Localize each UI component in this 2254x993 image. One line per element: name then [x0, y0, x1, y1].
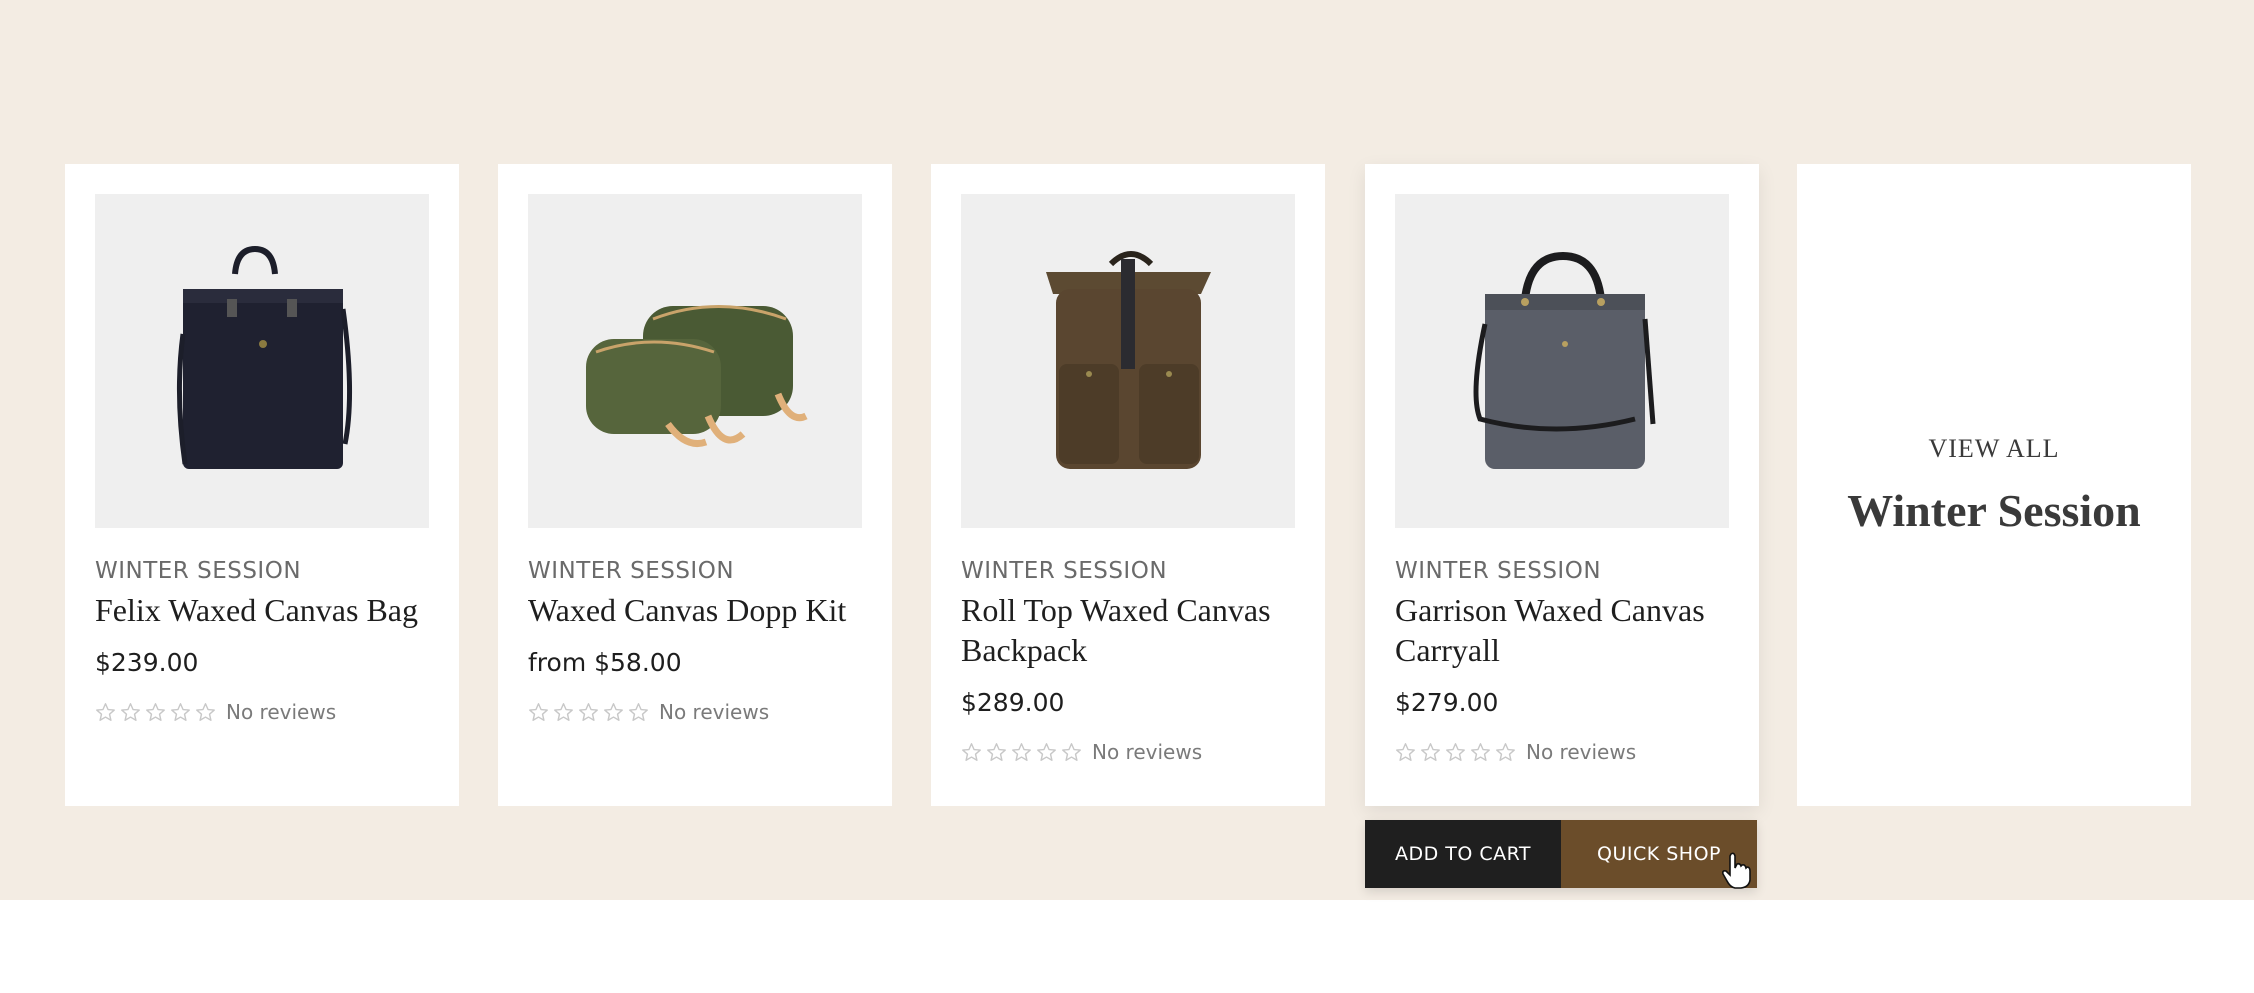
star-icon	[1396, 742, 1415, 761]
product-image[interactable]	[95, 194, 429, 528]
product-rating: No reviews	[95, 700, 336, 724]
product-card[interactable]: WINTER SESSION Roll Top Waxed Canvas Bac…	[931, 164, 1325, 806]
dopp-kit-icon	[586, 305, 808, 447]
star-icon	[604, 702, 623, 721]
star-icon	[629, 702, 648, 721]
carryall-icon	[1473, 251, 1656, 469]
star-icon	[1471, 742, 1490, 761]
star-icon	[1446, 742, 1465, 761]
tote-bag-icon	[176, 245, 353, 469]
product-collection: WINTER SESSION	[961, 558, 1168, 584]
product-price: from $58.00	[528, 648, 682, 677]
star-icon	[987, 742, 1006, 761]
add-to-cart-button[interactable]: ADD TO CART	[1365, 820, 1561, 888]
product-rating: No reviews	[1395, 740, 1636, 764]
product-card[interactable]: WINTER SESSION Felix Waxed Canvas Bag $2…	[65, 164, 459, 806]
star-icon	[196, 702, 215, 721]
product-collection: WINTER SESSION	[1395, 558, 1602, 584]
product-price: $289.00	[961, 688, 1065, 717]
product-collection: WINTER SESSION	[95, 558, 302, 584]
star-icon	[579, 702, 598, 721]
star-icon	[1496, 742, 1515, 761]
product-rating: No reviews	[528, 700, 769, 724]
star-icon	[529, 702, 548, 721]
product-price: $279.00	[1395, 688, 1499, 717]
star-icon	[1062, 742, 1081, 761]
backpack-icon	[1046, 251, 1211, 469]
star-icon	[171, 702, 190, 721]
product-title[interactable]: Roll Top Waxed Canvas Backpack	[961, 590, 1301, 670]
hand-cursor-icon	[1722, 852, 1751, 889]
product-card[interactable]: WINTER SESSION Garrison Waxed Canvas Car…	[1365, 164, 1759, 806]
reviews-count: No reviews	[659, 700, 770, 724]
star-icon	[121, 702, 140, 721]
product-image[interactable]	[528, 194, 862, 528]
star-icon	[962, 742, 981, 761]
product-image[interactable]	[961, 194, 1295, 528]
star-icon	[1037, 742, 1056, 761]
product-actions: ADD TO CART QUICK SHOP	[1365, 820, 1757, 889]
reviews-count: No reviews	[1092, 740, 1203, 764]
reviews-count: No reviews	[1526, 740, 1637, 764]
star-icon	[554, 702, 573, 721]
star-icon	[96, 702, 115, 721]
product-rating: No reviews	[961, 740, 1202, 764]
view-all-card[interactable]: VIEW ALL Winter Session	[1797, 164, 2191, 806]
star-icon	[146, 702, 165, 721]
quick-shop-button[interactable]: QUICK SHOP	[1561, 820, 1757, 889]
product-title[interactable]: Felix Waxed Canvas Bag	[95, 590, 435, 630]
view-all-label[interactable]: VIEW ALL	[1797, 434, 2191, 464]
product-collection: WINTER SESSION	[528, 558, 735, 584]
product-title[interactable]: Garrison Waxed Canvas Carryall	[1395, 590, 1735, 670]
star-icon	[1012, 742, 1031, 761]
view-all-collection-title[interactable]: Winter Session	[1797, 484, 2191, 537]
product-image[interactable]	[1395, 194, 1729, 528]
quick-shop-label: QUICK SHOP	[1597, 843, 1721, 865]
star-icon	[1421, 742, 1440, 761]
reviews-count: No reviews	[226, 700, 337, 724]
product-title[interactable]: Waxed Canvas Dopp Kit	[528, 590, 868, 630]
product-price: $239.00	[95, 648, 199, 677]
product-card[interactable]: WINTER SESSION Waxed Canvas Dopp Kit fro…	[498, 164, 892, 806]
